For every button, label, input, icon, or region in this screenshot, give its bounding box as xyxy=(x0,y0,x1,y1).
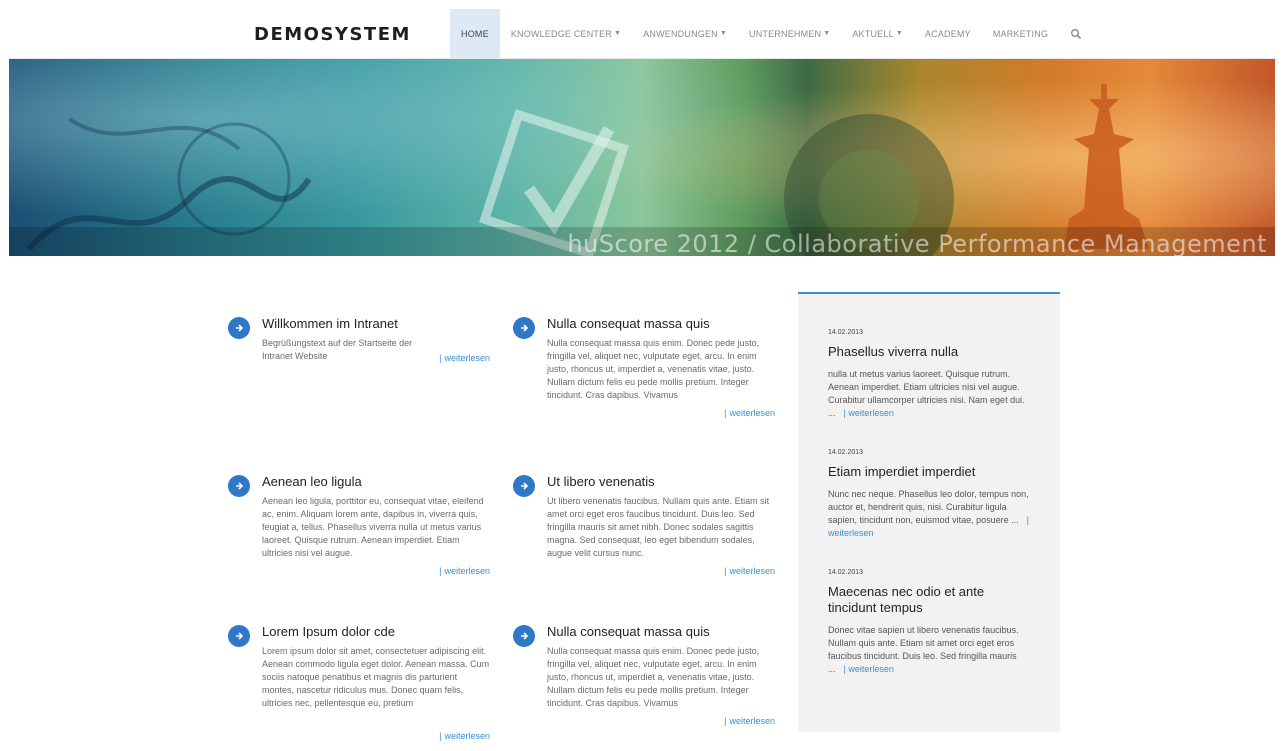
read-more-label: weiterlesen xyxy=(729,408,775,418)
article-card: Aenean leo ligula Aenean leo ligula, por… xyxy=(228,474,490,585)
read-more-link[interactable]: | weiterlesen xyxy=(724,408,775,418)
news-title[interactable]: Etiam imperdiet imperdiet xyxy=(828,464,1033,480)
read-more-link[interactable]: | weiterlesen xyxy=(724,566,775,576)
article-card: Nulla consequat massa quis Nulla consequ… xyxy=(513,316,775,427)
main-nav: HOME KNOWLEDGE CENTER ▼ ANWENDUNGEN ▼ UNTE… xyxy=(450,9,1093,58)
nav-home-label: HOME xyxy=(461,28,489,39)
read-more-label: weiterlesen xyxy=(444,353,490,363)
nav-academy-label: ACADEMY xyxy=(924,28,971,39)
caret-down-icon: ▼ xyxy=(895,30,903,37)
article-text: Aenean leo ligula, porttitor eu, consequ… xyxy=(262,496,484,558)
read-more-label: weiterlesen xyxy=(729,566,775,576)
nav-search-button[interactable] xyxy=(1059,9,1093,58)
article-card: Nulla consequat massa quis Nulla consequ… xyxy=(513,624,775,735)
article-text: Ut libero venenatis faucibus. Nullam qui… xyxy=(547,496,770,558)
separator: | xyxy=(724,566,727,576)
arrow-right-icon[interactable] xyxy=(513,625,535,647)
banner-illustration xyxy=(9,59,1275,256)
nav-marketing-label: MARKETING xyxy=(992,28,1049,39)
article-title[interactable]: Nulla consequat massa quis xyxy=(547,624,710,639)
caret-down-icon: ▼ xyxy=(719,30,728,37)
article-title[interactable]: Nulla consequat massa quis xyxy=(547,316,710,331)
news-text: Donec vitae sapien ut libero venenatis f… xyxy=(828,624,1033,676)
read-more-link[interactable]: | weiterlesen xyxy=(844,408,894,418)
read-more-link[interactable]: | weiterlesen xyxy=(439,353,490,363)
nav-anwendungen-label: ANWENDUNGEN xyxy=(643,28,718,39)
separator: | xyxy=(439,353,442,363)
arrow-right-icon[interactable] xyxy=(228,475,250,497)
news-title[interactable]: Phasellus viverra nulla xyxy=(828,344,1033,360)
arrow-right-icon[interactable] xyxy=(513,317,535,339)
caret-down-icon: ▼ xyxy=(823,30,831,37)
news-title[interactable]: Maecenas nec odio et ante tincidunt temp… xyxy=(828,584,1033,616)
article-text: Nulla consequat massa quis enim. Donec p… xyxy=(547,338,760,400)
separator: | xyxy=(439,566,442,576)
separator: | xyxy=(724,716,727,726)
read-more-label: weiterlesen xyxy=(729,716,775,726)
caret-down-icon: ▼ xyxy=(614,30,622,37)
news-text: nulla ut metus varius laoreet. Quisque r… xyxy=(828,368,1033,420)
article-title[interactable]: Lorem Ipsum dolor cde xyxy=(262,624,395,639)
article-title[interactable]: Aenean leo ligula xyxy=(262,474,362,489)
banner-caption: huScore 2012 / Collaborative Performance… xyxy=(567,230,1267,256)
article-card: Lorem Ipsum dolor cde Lorem ipsum dolor … xyxy=(228,624,490,745)
read-more-label: weiterlesen xyxy=(444,731,490,741)
arrow-right-icon[interactable] xyxy=(228,625,250,647)
hero-banner: huScore 2012 / Collaborative Performance… xyxy=(9,59,1275,256)
read-more-label: weiterlesen xyxy=(444,566,490,576)
article-text: Nulla consequat massa quis enim. Donec p… xyxy=(547,646,760,708)
news-text-body: Nunc nec neque. Phasellus leo dolor, tem… xyxy=(828,489,1029,525)
read-more-link[interactable]: | weiterlesen xyxy=(844,664,894,674)
nav-anwendungen[interactable]: ANWENDUNGEN ▼ xyxy=(632,9,738,58)
arrow-right-icon[interactable] xyxy=(228,317,250,339)
news-item: 14.02.2013 Etiam imperdiet imperdiet Nun… xyxy=(828,449,1033,540)
nav-unternehmen-label: UNTERNEHMEN xyxy=(749,28,822,39)
read-more-link[interactable]: | weiterlesen xyxy=(724,716,775,726)
nav-marketing[interactable]: MARKETING xyxy=(982,9,1059,58)
article-card: Willkommen im Intranet Begrüßungstext au… xyxy=(228,316,490,377)
nav-home[interactable]: HOME xyxy=(450,9,500,58)
search-icon xyxy=(1071,28,1082,39)
article-card: Ut libero venenatis Ut libero venenatis … xyxy=(513,474,775,585)
article-title[interactable]: Willkommen im Intranet xyxy=(262,316,398,331)
news-item: 14.02.2013 Phasellus viverra nulla nulla… xyxy=(828,329,1033,420)
news-item: 14.02.2013 Maecenas nec odio et ante tin… xyxy=(828,569,1033,676)
news-sidebar: 14.02.2013 Phasellus viverra nulla nulla… xyxy=(798,292,1060,732)
nav-unternehmen[interactable]: UNTERNEHMEN ▼ xyxy=(738,9,841,58)
read-more-link[interactable]: | weiterlesen xyxy=(439,731,490,741)
article-text: Lorem ipsum dolor sit amet, consectetuer… xyxy=(262,646,490,708)
news-date: 14.02.2013 xyxy=(828,329,864,336)
news-date: 14.02.2013 xyxy=(828,449,864,456)
news-text: Nunc nec neque. Phasellus leo dolor, tem… xyxy=(828,488,1033,540)
nav-knowledge-center[interactable]: KNOWLEDGE CENTER ▼ xyxy=(500,9,632,58)
article-title[interactable]: Ut libero venenatis xyxy=(547,474,655,489)
separator: | xyxy=(724,408,727,418)
nav-academy[interactable]: ACADEMY xyxy=(914,9,982,58)
site-logo[interactable]: DEMOSYSTEM xyxy=(254,24,411,45)
read-more-link[interactable]: | weiterlesen xyxy=(439,566,490,576)
nav-knowledge-center-label: KNOWLEDGE CENTER xyxy=(510,28,613,39)
separator: | xyxy=(439,731,442,741)
nav-aktuell[interactable]: AKTUELL ▼ xyxy=(841,9,914,58)
nav-aktuell-label: AKTUELL xyxy=(852,28,894,39)
article-text: Begrüßungstext auf der Startseite der In… xyxy=(262,338,413,361)
arrow-right-icon[interactable] xyxy=(513,475,535,497)
news-date: 14.02.2013 xyxy=(828,569,864,576)
site-header: DEMOSYSTEM HOME KNOWLEDGE CENTER ▼ ANWEND… xyxy=(9,9,1275,59)
